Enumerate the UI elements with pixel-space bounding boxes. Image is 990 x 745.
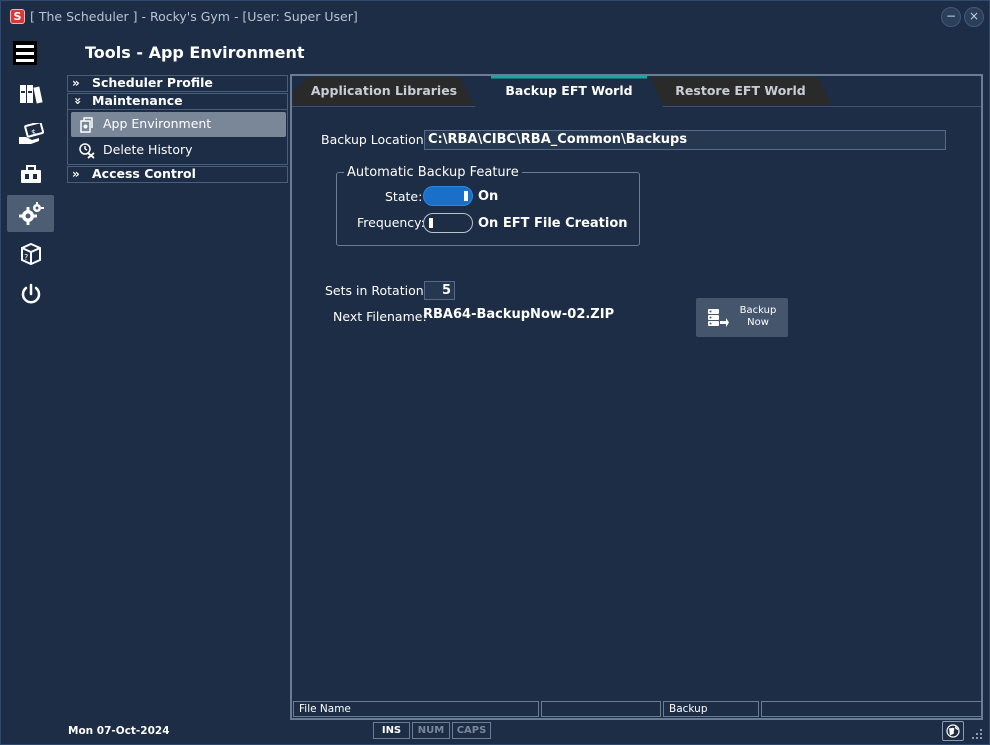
frequency-label: Frequency:	[357, 215, 425, 230]
package-icon[interactable]: ?	[7, 235, 54, 272]
money-hand-icon[interactable]: $	[7, 115, 54, 152]
nav-item-label: Delete History	[103, 142, 193, 157]
svg-text:?: ?	[24, 253, 28, 262]
globe-icon	[946, 724, 960, 738]
nav-item-label: App Environment	[103, 116, 212, 131]
backup-location-field[interactable]: C:\RBA\CIBC\RBA_Common\Backups	[424, 130, 946, 150]
briefcase-icon[interactable]	[7, 155, 54, 192]
nav-group-scheduler-profile[interactable]: » Scheduler Profile	[67, 75, 288, 92]
num-indicator: NUM	[412, 722, 450, 739]
status-cell-5	[761, 701, 982, 717]
minimize-button[interactable]: −	[941, 7, 961, 27]
chevron-down-icon: »	[70, 97, 85, 105]
next-filename-value: RBA64-BackupNow-02.ZIP	[423, 307, 615, 322]
page-title: Tools - App Environment	[85, 43, 305, 62]
svg-text:$: $	[31, 128, 36, 137]
app-window: S [ The Scheduler ] - Rocky's Gym - [Use…	[0, 0, 990, 745]
sidebar: $ ?	[1, 35, 61, 335]
nav-item-app-environment[interactable]: App Environment	[71, 112, 286, 137]
sets-in-rotation-label: Sets in Rotation:	[325, 283, 428, 298]
app-environment-icon	[80, 117, 93, 133]
tab-backup-eft-world[interactable]: Backup EFT World	[475, 75, 663, 107]
auto-backup-fieldset	[336, 172, 640, 246]
menu-icon[interactable]	[13, 41, 37, 65]
status-cell-2	[541, 701, 661, 717]
footer-date: Mon 07-Oct-2024	[68, 725, 170, 737]
frequency-toggle[interactable]	[423, 213, 473, 233]
tab-application-libraries[interactable]: Application Libraries	[294, 77, 474, 105]
chevron-right-icon: »	[72, 76, 80, 90]
delete-history-icon	[79, 143, 95, 159]
tab-restore-eft-world[interactable]: Restore EFT World	[650, 77, 831, 105]
resize-grip-icon[interactable]	[969, 726, 983, 740]
ins-indicator: INS	[373, 722, 410, 739]
app-logo-icon: S	[10, 9, 25, 24]
nav-group-maintenance[interactable]: » Maintenance	[67, 93, 288, 110]
auto-backup-legend: Automatic Backup Feature	[344, 165, 522, 180]
globe-button[interactable]	[942, 721, 964, 741]
power-icon[interactable]	[7, 275, 54, 312]
backup-button-line2: Now	[747, 317, 769, 328]
backup-now-button[interactable]: Backup Now	[696, 298, 788, 337]
binders-icon[interactable]	[7, 75, 54, 112]
nav-item-delete-history[interactable]: Delete History	[71, 138, 286, 163]
backup-button-line1: Backup	[739, 305, 777, 316]
maintenance-panel: App Environment Delete History	[67, 109, 288, 165]
state-label: State:	[385, 189, 423, 204]
backup-location-label: Backup Location:	[321, 132, 428, 147]
title-bar: S [ The Scheduler ] - Rocky's Gym - [Use…	[1, 1, 989, 33]
nav-group-label: Maintenance	[92, 93, 183, 108]
next-filename-label: Next Filename:	[333, 309, 427, 324]
backup-icon	[708, 309, 729, 327]
state-toggle[interactable]	[423, 186, 473, 206]
close-button[interactable]: ×	[964, 7, 984, 27]
sets-in-rotation-field[interactable]: 5	[424, 281, 455, 300]
window-title: [ The Scheduler ] - Rocky's Gym - [User:…	[30, 9, 358, 24]
status-cell-file-name: File Name	[293, 701, 539, 717]
state-value: On	[478, 189, 499, 204]
nav-group-label: Scheduler Profile	[92, 75, 213, 90]
status-cell-backup: Backup	[663, 701, 759, 717]
nav-group-access-control[interactable]: » Access Control	[67, 166, 288, 183]
frequency-value: On EFT File Creation	[478, 216, 628, 231]
gears-icon[interactable]	[7, 195, 54, 232]
caps-indicator: CAPS	[452, 722, 491, 739]
chevron-right-icon: »	[72, 167, 80, 181]
nav-group-label: Access Control	[92, 166, 196, 181]
